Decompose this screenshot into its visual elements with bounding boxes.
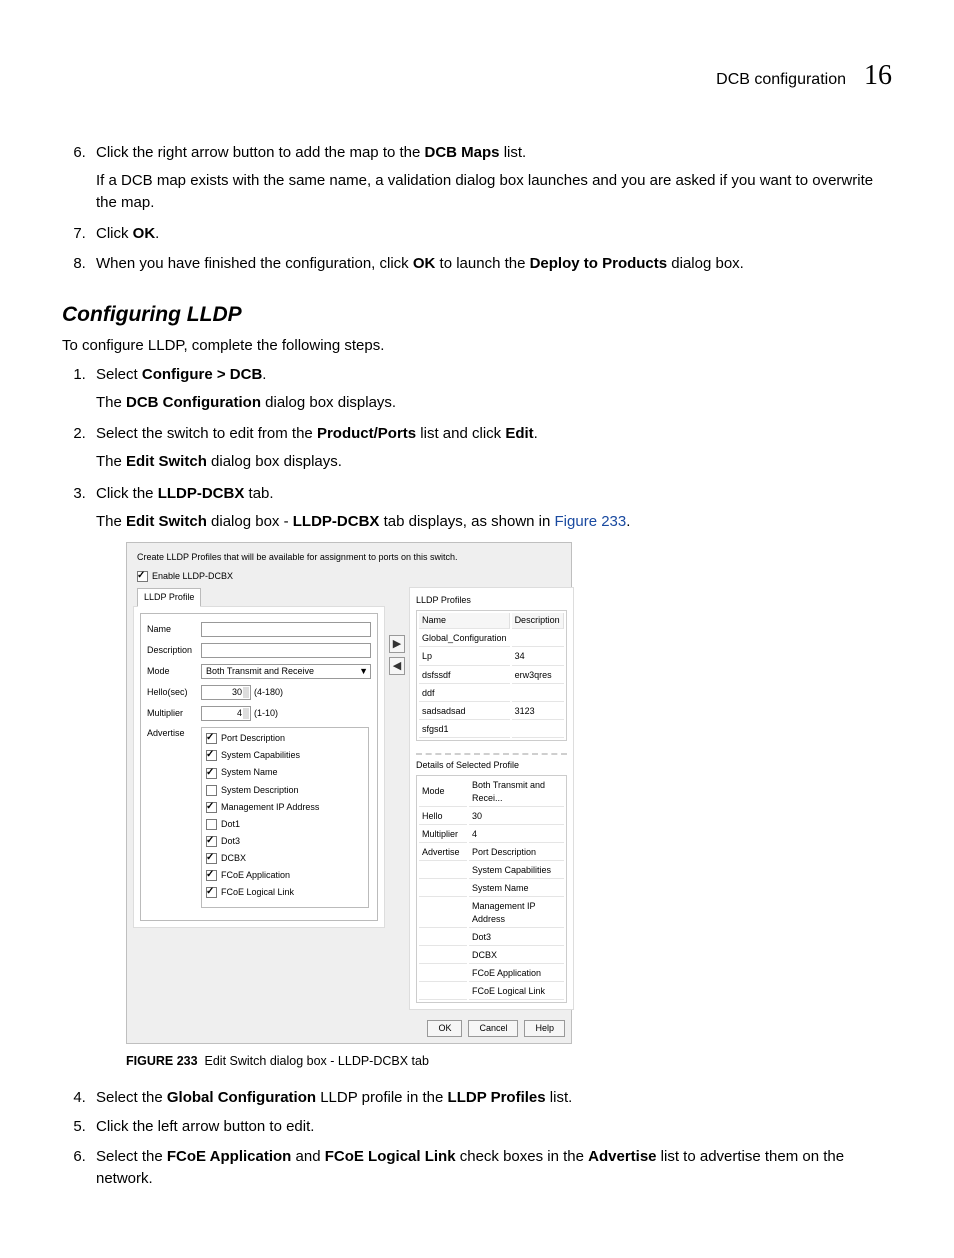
list-item: Click the left arrow button to edit. [90,1116,892,1138]
advertise-item-label: Dot1 [221,818,240,831]
chevron-left-icon: ◀ [393,661,401,672]
ordered-list-a: Click the right arrow button to add the … [62,142,892,275]
advertise-item[interactable]: System Description [206,784,364,797]
advertise-item-label: System Capabilities [221,749,300,762]
right-arrow-button[interactable]: ▶ [389,635,405,653]
column-header-desc[interactable]: Description [512,613,564,629]
advertise-checkbox[interactable] [206,733,217,744]
table-row: FCoE Logical Link [419,984,564,1000]
lldp-profiles-title: LLDP Profiles [416,594,567,607]
advertise-item-label: Port Description [221,732,285,745]
advertise-checkbox[interactable] [206,768,217,779]
figure-link[interactable]: Figure 233 [555,513,627,530]
ok-button[interactable]: OK [427,1020,462,1037]
advertise-item[interactable]: Management IP Address [206,801,364,814]
advertise-label: Advertise [147,727,201,740]
dialog-instruction: Create LLDP Profiles that will be availa… [137,551,565,564]
advertise-checkbox[interactable] [206,819,217,830]
advertise-checkbox[interactable] [206,802,217,813]
hello-stepper[interactable]: 30 [201,685,251,700]
advertise-item-label: DCBX [221,852,246,865]
cancel-button[interactable]: Cancel [468,1020,518,1037]
advertise-item[interactable]: Dot3 [206,835,364,848]
list-item: Select the Global Configuration LLDP pro… [90,1087,892,1109]
table-row: AdvertisePort Description [419,845,564,861]
advertise-item-label: System Name [221,766,278,779]
chevron-right-icon: ▶ [393,639,401,650]
table-row[interactable]: sfgsd1 [419,722,564,738]
advertise-item[interactable]: FCoE Logical Link [206,886,364,899]
details-table: ModeBoth Transmit and Recei... Hello30 Mul… [416,775,567,1004]
table-row: Management IP Address [419,899,564,928]
edit-switch-dialog: Create LLDP Profiles that will be availa… [126,542,572,1044]
advertise-checkbox[interactable] [206,785,217,796]
table-row: System Capabilities [419,863,564,879]
tab-lldp-profile[interactable]: LLDP Profile [137,588,201,607]
advertise-item[interactable]: System Capabilities [206,749,364,762]
table-row[interactable]: Global_Configuration [419,631,564,647]
page-header: DCB configuration 16 [62,60,892,92]
advertise-item[interactable]: FCoE Application [206,869,364,882]
mode-label: Mode [147,665,201,678]
multiplier-hint: (1-10) [254,707,278,720]
table-row[interactable]: ddf [419,686,564,702]
multiplier-label: Multiplier [147,707,201,720]
table-row: Multiplier4 [419,827,564,843]
table-row: DCBX [419,948,564,964]
advertise-checkbox[interactable] [206,836,217,847]
chevron-down-icon: ▼ [359,665,368,678]
profiles-table[interactable]: Name Description Global_Configuration Lp3… [416,610,567,740]
ordered-list-b: Select Configure > DCB. The DCB Configur… [62,364,892,1190]
help-button[interactable]: Help [524,1020,565,1037]
left-arrow-button[interactable]: ◀ [389,657,405,675]
chapter-number: 16 [864,60,892,92]
advertise-checkbox[interactable] [206,853,217,864]
list-item: When you have finished the configuration… [90,253,892,275]
list-item: Click the right arrow button to add the … [90,142,892,213]
table-row: ModeBoth Transmit and Recei... [419,778,564,807]
column-header-name[interactable]: Name [419,613,510,629]
figure-caption: FIGURE 233 Edit Switch dialog box - LLDP… [126,1052,892,1070]
table-row: System Name [419,881,564,897]
list-item: Select the FCoE Application and FCoE Log… [90,1146,892,1190]
table-row[interactable]: dsfssdferw3qres [419,668,564,684]
hello-label: Hello(sec) [147,686,201,699]
table-row[interactable]: Lp34 [419,649,564,665]
advertise-item-label: FCoE Application [221,869,290,882]
advertise-checkbox[interactable] [206,750,217,761]
advertise-item[interactable]: Dot1 [206,818,364,831]
section-heading: Configuring LLDP [62,303,892,327]
list-item: Select Configure > DCB. The DCB Configur… [90,364,892,414]
description-label: Description [147,644,201,657]
table-row: Dot3 [419,930,564,946]
table-row[interactable]: sadsadsad3123 [419,704,564,720]
list-item: Click the LLDP-DCBX tab. The Edit Switch… [90,483,892,1071]
advertise-item-label: System Description [221,784,299,797]
name-input[interactable] [201,622,371,637]
multiplier-stepper[interactable]: 4 [201,706,251,721]
list-item: Click OK. [90,223,892,245]
table-row: Hello30 [419,809,564,825]
section-intro: To configure LLDP, complete the followin… [62,337,892,354]
hello-hint: (4-180) [254,686,283,699]
list-item-para: If a DCB map exists with the same name, … [96,170,892,214]
header-title: DCB configuration [716,71,846,89]
mode-select[interactable]: Both Transmit and Receive ▼ [201,664,371,679]
enable-lldp-label: Enable LLDP-DCBX [152,570,233,583]
advertise-listbox[interactable]: Port Description System Capabilities Syste… [201,727,369,907]
advertise-item-label: Dot3 [221,835,240,848]
table-row: FCoE Application [419,966,564,982]
enable-lldp-checkbox[interactable] [137,571,148,582]
list-item: Select the switch to edit from the Produ… [90,423,892,473]
advertise-item-label: Management IP Address [221,801,319,814]
details-title: Details of Selected Profile [416,753,567,772]
advertise-checkbox[interactable] [206,887,217,898]
description-input[interactable] [201,643,371,658]
advertise-item[interactable]: System Name [206,766,364,779]
name-label: Name [147,623,201,636]
advertise-item[interactable]: DCBX [206,852,364,865]
advertise-item[interactable]: Port Description [206,732,364,745]
advertise-checkbox[interactable] [206,870,217,881]
advertise-item-label: FCoE Logical Link [221,886,294,899]
